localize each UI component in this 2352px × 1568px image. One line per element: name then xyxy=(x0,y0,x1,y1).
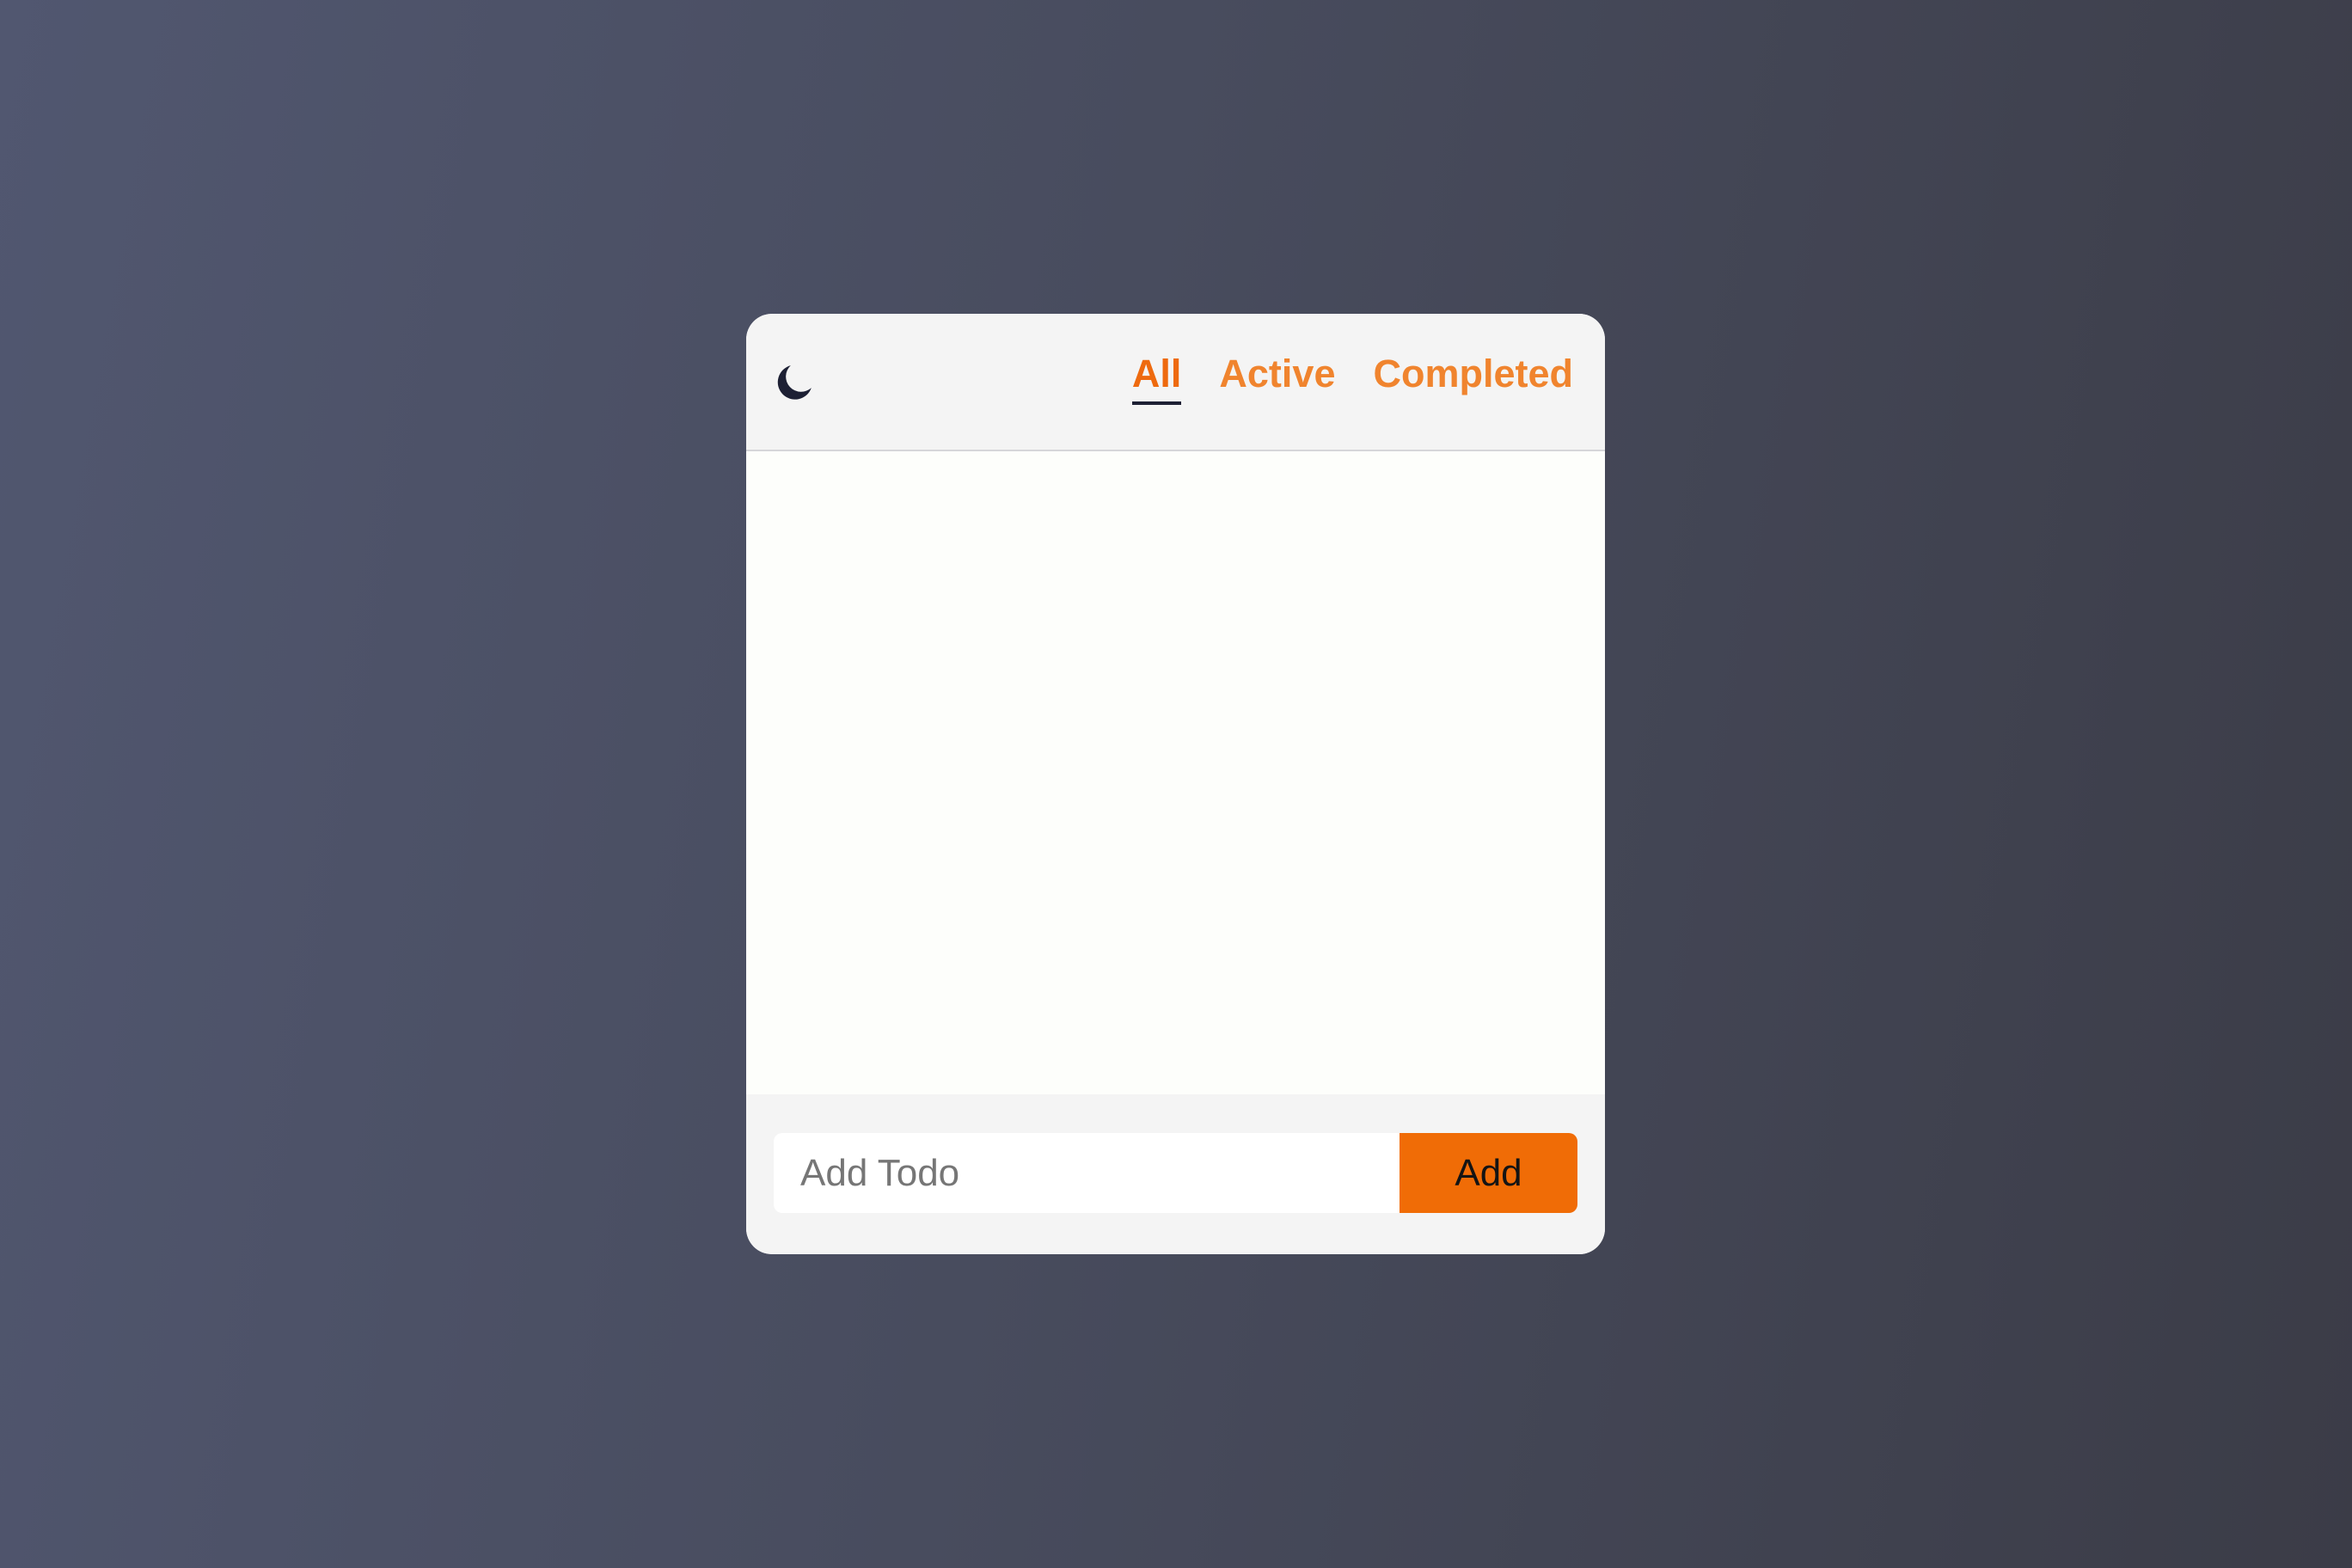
moon-icon-graphic xyxy=(777,365,812,400)
add-button[interactable]: Add xyxy=(1400,1133,1577,1213)
moon-icon[interactable] xyxy=(770,358,818,407)
add-todo-form: Add xyxy=(774,1133,1577,1213)
add-todo-input[interactable] xyxy=(774,1133,1400,1213)
page-background: { "header": { "theme_toggle_icon": "moon… xyxy=(0,0,2352,1568)
todo-card: All Active Completed Add xyxy=(746,314,1605,1254)
tab-active[interactable]: Active xyxy=(1219,352,1335,405)
tab-all[interactable]: All xyxy=(1131,352,1182,405)
card-footer: Add xyxy=(746,1094,1605,1254)
filter-tabs: All Active Completed xyxy=(1131,352,1573,405)
card-header: All Active Completed xyxy=(746,314,1605,451)
tab-completed[interactable]: Completed xyxy=(1373,352,1573,405)
todo-list xyxy=(746,451,1605,1094)
